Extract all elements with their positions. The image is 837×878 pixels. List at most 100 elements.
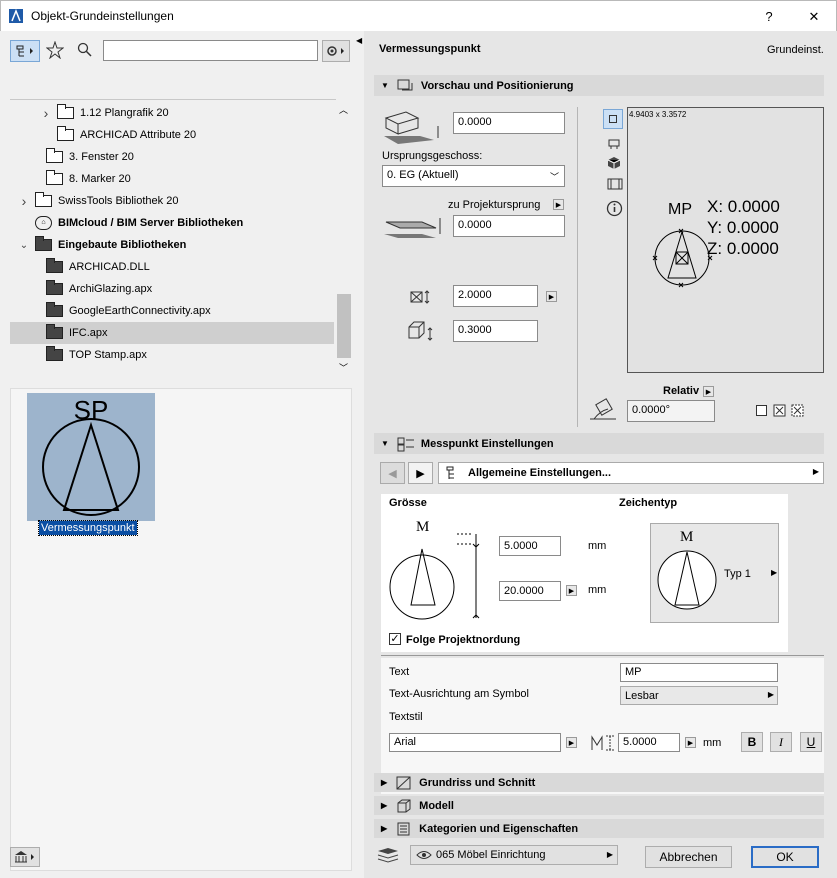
relativ-popup-button[interactable]: ▶	[703, 386, 714, 397]
object-preview-window: 4.9403 x 3.3572 MP X: 0.0000 Y: 0.0000 Z…	[627, 107, 824, 373]
project-origin-field[interactable]: 0.0000	[453, 215, 565, 237]
collapsed-arrow-icon: ▶	[381, 778, 388, 787]
mirror-none-checkbox[interactable]	[756, 405, 767, 416]
collapse-pane-icon[interactable]: ◀	[356, 36, 362, 45]
mirror-dashed-icon[interactable]	[791, 404, 804, 417]
section-modell-header[interactable]: ▶ Modell	[374, 796, 824, 815]
favorites-star-icon[interactable]	[46, 41, 64, 59]
font-size-popup-button[interactable]: ▶	[685, 737, 696, 748]
ausrichtung-select[interactable]: Lesbar ▶	[620, 686, 778, 705]
rotation-angle-field[interactable]: 0.0000°	[627, 400, 715, 422]
folder-icon	[57, 104, 74, 119]
textstil-label: Textstil	[389, 711, 423, 723]
text-field[interactable]: MP	[620, 663, 778, 682]
origin-story-select[interactable]: 0. EG (Aktuell) ﹀	[382, 165, 565, 187]
preview-symbol-icon	[652, 228, 713, 288]
symbol-type-picker[interactable]: M Typ 1 ▶	[650, 523, 779, 623]
ausrichtung-value: Lesbar	[625, 690, 659, 702]
expand-arrow-icon: ▼	[381, 439, 389, 448]
tree-item-label: IFC.apx	[69, 327, 108, 339]
tree-item[interactable]: ⌂ BIMcloud / BIM Server Bibliotheken	[10, 212, 334, 234]
chevron-right-icon[interactable]: ›	[40, 105, 52, 121]
tree-item[interactable]: ⌄ Eingebaute Bibliotheken	[10, 234, 334, 256]
tree-item[interactable]: ARCHICAD.DLL	[10, 256, 334, 278]
chevron-right-icon[interactable]: ›	[18, 193, 30, 209]
font-popup-button[interactable]: ▶	[566, 737, 577, 748]
bold-button[interactable]: B	[741, 732, 763, 752]
folge-projektnordung-label: Folge Projektnordung	[406, 634, 521, 646]
folder-icon	[46, 170, 63, 185]
tree-item[interactable]: › 1.12 Plangrafik 20	[10, 102, 334, 124]
section-preview-title: Vorschau und Positionierung	[420, 79, 574, 92]
section-messpunkt-header[interactable]: ▼ Messpunkt Einstellungen	[374, 433, 824, 454]
object-thumbnail[interactable]: SP	[27, 393, 155, 521]
scroll-down-icon[interactable]: ﹀	[339, 361, 348, 374]
mirror-x-icon[interactable]	[773, 404, 786, 417]
groesse-label: Grösse	[389, 497, 427, 509]
tree-item[interactable]: IFC.apx	[10, 322, 334, 344]
tree-item[interactable]: ARCHICAD Attribute 20	[10, 124, 334, 146]
tree-item[interactable]: 3. Fenster 20	[10, 146, 334, 168]
section-view-icon[interactable]	[607, 136, 621, 150]
relativ-label: Relativ	[663, 385, 700, 397]
unit-label: mm	[588, 584, 607, 596]
folder-icon	[35, 236, 52, 251]
height-field[interactable]: 0.3000	[453, 320, 538, 342]
library-manager-button[interactable]	[10, 847, 40, 867]
origin-story-value: 0. EG (Aktuell)	[387, 169, 459, 181]
symbol-size-field[interactable]: 20.0000	[499, 581, 561, 601]
film-view-icon[interactable]	[607, 177, 623, 191]
scroll-up-icon[interactable]: ︿	[339, 103, 348, 116]
underline-button[interactable]: U	[800, 732, 822, 752]
close-button[interactable]: ✕	[791, 1, 837, 32]
ausrichtung-label: Text-Ausrichtung am Symbol	[389, 688, 529, 700]
settings-pane: Vermessungspunkt Grundeinst. ▼ Vorschau …	[364, 31, 837, 878]
help-button[interactable]: ?	[746, 1, 792, 32]
text-height-field[interactable]: 5.0000	[499, 536, 561, 556]
tree-item[interactable]: GoogleEarthConnectivity.apx	[10, 300, 334, 322]
cancel-button[interactable]: Abbrechen	[645, 846, 732, 868]
folge-projektnordung-checkbox[interactable]: ✓	[389, 633, 401, 645]
elevation-field[interactable]: 0.0000	[453, 112, 565, 134]
font-size-field[interactable]: 5.0000	[618, 733, 680, 752]
object-browser-mode-button[interactable]	[10, 40, 40, 62]
scroll-thumb[interactable]	[337, 294, 351, 358]
folder-icon	[35, 192, 52, 207]
ok-button[interactable]: OK	[751, 846, 819, 868]
section-grundriss-header[interactable]: ▶ Grundriss und Schnitt	[374, 773, 824, 792]
search-icon[interactable]	[77, 42, 93, 58]
tree-item[interactable]: TOP Stamp.apx	[10, 344, 334, 366]
info-icon[interactable]	[606, 200, 623, 217]
tree-item-label: Eingebaute Bibliotheken	[58, 239, 187, 251]
tree-item[interactable]: 8. Marker 20	[10, 168, 334, 190]
mode-label: Grundeinst.	[767, 44, 824, 56]
prev-page-button[interactable]: ◀	[380, 462, 405, 484]
tree-item-label: 1.12 Plangrafik 20	[80, 107, 169, 119]
2d-view-button[interactable]	[603, 109, 623, 129]
thumbnail-label[interactable]: Vermessungspunkt	[38, 520, 138, 536]
section-preview-header[interactable]: ▼ Vorschau und Positionierung	[374, 75, 824, 96]
unit-label: mm	[588, 540, 607, 552]
tree-item-label: 8. Marker 20	[69, 173, 131, 185]
search-input[interactable]	[103, 40, 318, 61]
project-origin-icon	[384, 218, 441, 238]
tree-scrollbar[interactable]: ︿ ﹀	[336, 99, 352, 378]
object-tree-icon	[16, 45, 33, 57]
width-popup-button[interactable]: ▶	[546, 291, 557, 302]
folder-icon	[46, 324, 63, 339]
elevation-icon	[384, 111, 439, 144]
layer-select[interactable]: 065 Möbel Einrichtung ▶	[410, 845, 618, 865]
font-field[interactable]: Arial	[389, 733, 561, 752]
next-page-button[interactable]: ▶	[408, 462, 433, 484]
italic-button[interactable]: I	[770, 732, 792, 752]
symbol-size-popup-button[interactable]: ▶	[566, 585, 577, 596]
section-kategorien-header[interactable]: ▶ Kategorien und Eigenschaften	[374, 819, 824, 838]
tree-item[interactable]: ArchiGlazing.apx	[10, 278, 334, 300]
width-field[interactable]: 2.0000	[453, 285, 538, 307]
page-selector[interactable]: Allgemeine Einstellungen... ▶	[438, 462, 824, 484]
library-settings-button[interactable]	[322, 40, 350, 62]
project-origin-popup-button[interactable]: ▶	[553, 199, 564, 210]
tree-item[interactable]: › SwissTools Bibliothek 20	[10, 190, 334, 212]
chevron-down-icon[interactable]: ⌄	[18, 240, 30, 251]
3d-view-icon[interactable]	[607, 156, 621, 170]
